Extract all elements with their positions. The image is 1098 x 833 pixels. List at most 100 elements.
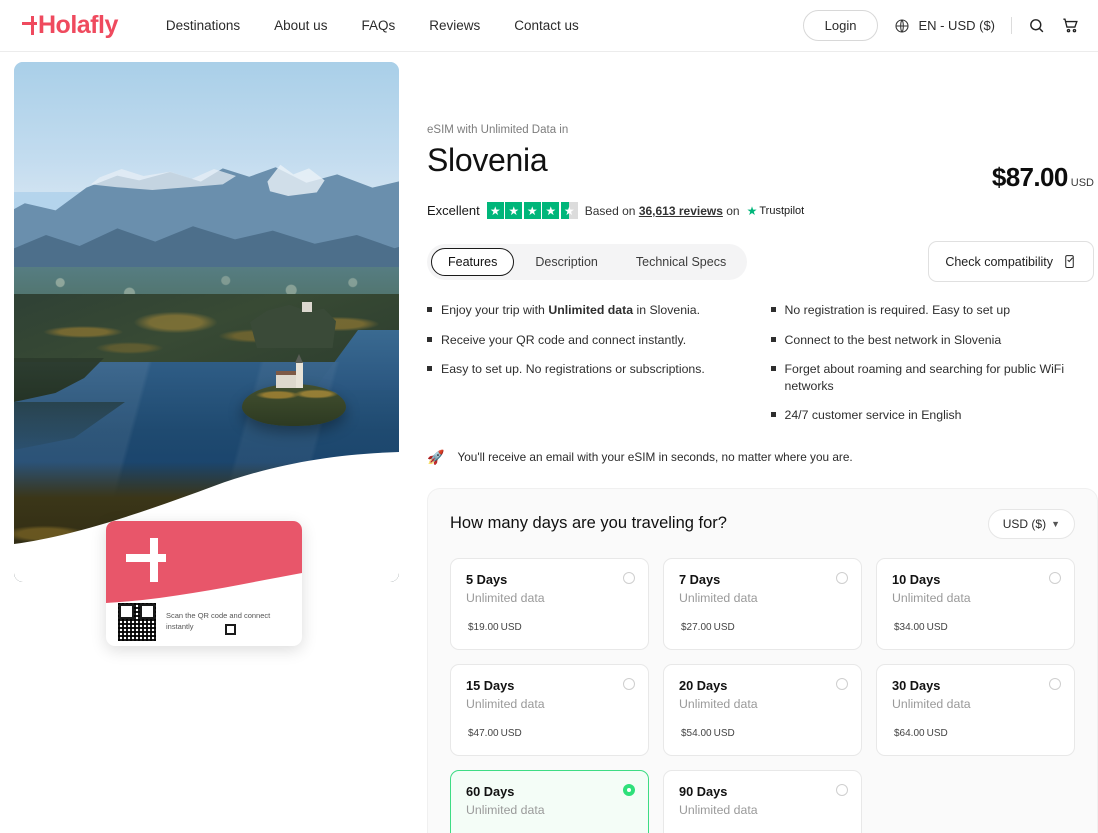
- feature-item: Receive your QR code and connect instant…: [427, 332, 747, 349]
- product-price: $87.00: [991, 162, 1069, 192]
- trustpilot-label: Trustpilot: [759, 204, 805, 217]
- plan-data: Unlimited data: [466, 802, 545, 817]
- chevron-down-icon: ▼: [1051, 518, 1060, 529]
- tab-description[interactable]: Description: [518, 248, 615, 276]
- star-half-icon: ★: [560, 202, 578, 219]
- plan-data: Unlimited data: [466, 696, 545, 711]
- holafly-logo[interactable]: Holafly: [22, 11, 118, 40]
- star-icon: ★: [505, 202, 523, 219]
- page-title: Slovenia: [427, 142, 548, 178]
- bullet-icon: [770, 412, 776, 418]
- currency-value: USD ($): [1002, 516, 1047, 531]
- plan-price: $64.00 USD: [892, 724, 1059, 739]
- login-button[interactable]: Login: [802, 10, 879, 41]
- features-column-right: No registration is required. Easy to set…: [761, 302, 1095, 437]
- plan-radio[interactable]: [623, 677, 635, 690]
- holafly-h-mark-icon: [22, 16, 37, 35]
- search-button[interactable]: [1028, 17, 1045, 34]
- plan-radio[interactable]: [836, 677, 848, 690]
- plan-data: Unlimited data: [679, 802, 758, 817]
- plan-days: 7 Days: [679, 571, 721, 587]
- nav-item-reviews[interactable]: Reviews: [429, 18, 480, 33]
- plan-radio-selected[interactable]: [623, 783, 635, 796]
- hero-island-church: [276, 371, 298, 388]
- delivery-note: 🚀 You'll receive an email with your eSIM…: [427, 449, 1094, 466]
- bullet-icon: [427, 307, 432, 312]
- feature-text: 24/7 customer service in English: [784, 408, 962, 423]
- star-icon: ★: [542, 202, 560, 219]
- plan-card-30-days[interactable]: 30 Days Unlimited data $64.00 USD: [876, 663, 1075, 756]
- feature-item: Enjoy your trip with Unlimited data in S…: [427, 302, 747, 319]
- holafly-h-mark-icon: [126, 538, 166, 582]
- plan-selector-panel: How many days are you traveling for? USD…: [427, 487, 1098, 833]
- plan-card-7-days[interactable]: 7 Days Unlimited data $27.00 USD: [663, 557, 862, 650]
- tab-technical-specs[interactable]: Technical Specs: [619, 248, 743, 276]
- plan-price-currency: USD: [926, 727, 948, 739]
- search-icon: [1030, 19, 1044, 33]
- plan-radio[interactable]: [836, 571, 848, 584]
- title-price-row: Slovenia $87.00 USD: [427, 136, 1094, 193]
- plan-price-value: $27.00: [681, 621, 712, 633]
- plan-price: $19.00 USD: [466, 618, 633, 633]
- rating-word: Excellent: [427, 203, 480, 218]
- feature-text: Connect to the best network in Slovenia: [784, 332, 1002, 347]
- product-tabs: Features Description Technical Specs: [427, 243, 748, 280]
- nav-item-destinations[interactable]: Destinations: [166, 18, 240, 33]
- language-currency-selector[interactable]: EN - USD ($): [894, 18, 995, 34]
- qr-card-header: [106, 521, 302, 603]
- bullet-icon: [770, 336, 776, 342]
- plan-panel-title: How many days are you traveling for?: [450, 514, 727, 533]
- plan-radio[interactable]: [1049, 571, 1061, 584]
- plan-card-10-days[interactable]: 10 Days Unlimited data $34.00 USD: [876, 557, 1075, 650]
- feature-item: Easy to set up. No registrations or subs…: [427, 361, 747, 378]
- check-compatibility-label: Check compatibility: [945, 254, 1053, 269]
- feature-item: Connect to the best network in Slovenia: [770, 332, 1081, 349]
- plan-card-90-days[interactable]: 90 Days Unlimited data $99.00USD: [663, 769, 862, 833]
- plan-card-60-days[interactable]: 60 Days Unlimited data $87.00USD: [450, 769, 649, 833]
- cart-button[interactable]: [1061, 16, 1080, 35]
- plan-price-value: $19.00: [468, 621, 499, 633]
- rating-stars: ★ ★ ★ ★ ★: [486, 202, 578, 219]
- feature-text: No registration is required. Easy to set…: [784, 303, 1011, 317]
- reviews-count-link[interactable]: 36,613 reviews: [639, 204, 723, 218]
- product-eyebrow: eSIM with Unlimited Data in: [427, 124, 569, 136]
- phone-check-icon: [1065, 255, 1074, 268]
- plan-days: 5 Days: [466, 571, 508, 587]
- currency-dropdown[interactable]: USD ($) ▼: [987, 508, 1075, 539]
- plan-days: 10 Days: [892, 571, 941, 587]
- feature-item: Forget about roaming and searching for p…: [770, 361, 1081, 394]
- esim-qr-promo-card: Scan the QR code and connect instantly: [106, 521, 302, 646]
- feature-text: Forget about roaming and searching for p…: [784, 362, 1065, 393]
- features-lists: Enjoy your trip with Unlimited data in S…: [427, 302, 1094, 437]
- plan-data: Unlimited data: [892, 590, 971, 605]
- nav-item-about-us[interactable]: About us: [274, 18, 327, 33]
- plan-radio[interactable]: [623, 571, 635, 584]
- plan-price-currency: USD: [713, 727, 735, 739]
- plan-price-value: $47.00: [468, 727, 499, 739]
- trustpilot-star-icon: ★: [746, 203, 758, 218]
- plan-radio[interactable]: [836, 783, 848, 796]
- hero-church-tower: [295, 354, 303, 388]
- delivery-note-text: You'll receive an email with your eSIM i…: [457, 450, 853, 465]
- site-header: Holafly Destinations About us FAQs Revie…: [0, 0, 1098, 52]
- page-body: Scan the QR code and connect instantly e…: [0, 52, 1098, 833]
- header-actions: Login EN - USD ($): [802, 10, 1080, 41]
- plan-price-currency: USD: [713, 621, 735, 633]
- plan-card-20-days[interactable]: 20 Days Unlimited data $54.00 USD: [663, 663, 862, 756]
- nav-item-faqs[interactable]: FAQs: [361, 18, 395, 33]
- plan-data: Unlimited data: [679, 590, 758, 605]
- tab-features[interactable]: Features: [431, 247, 515, 276]
- plan-days: 30 Days: [892, 677, 941, 693]
- check-compatibility-button[interactable]: Check compatibility: [928, 241, 1094, 282]
- plan-radio[interactable]: [1049, 677, 1061, 690]
- nav-item-contact-us[interactable]: Contact us: [514, 18, 579, 33]
- hero-bled-castle: [302, 302, 312, 312]
- plan-price: $27.00 USD: [679, 618, 846, 633]
- plan-price: $34.00 USD: [892, 618, 1059, 633]
- rating-on-label: on: [726, 203, 740, 218]
- plan-card-15-days[interactable]: 15 Days Unlimited data $47.00 USD: [450, 663, 649, 756]
- feature-text: Receive your QR code and connect instant…: [441, 332, 687, 347]
- plan-grid: 5 Days Unlimited data $19.00 USD 7 Days U…: [450, 557, 1075, 833]
- plan-data: Unlimited data: [466, 590, 545, 605]
- plan-card-5-days[interactable]: 5 Days Unlimited data $19.00 USD: [450, 557, 649, 650]
